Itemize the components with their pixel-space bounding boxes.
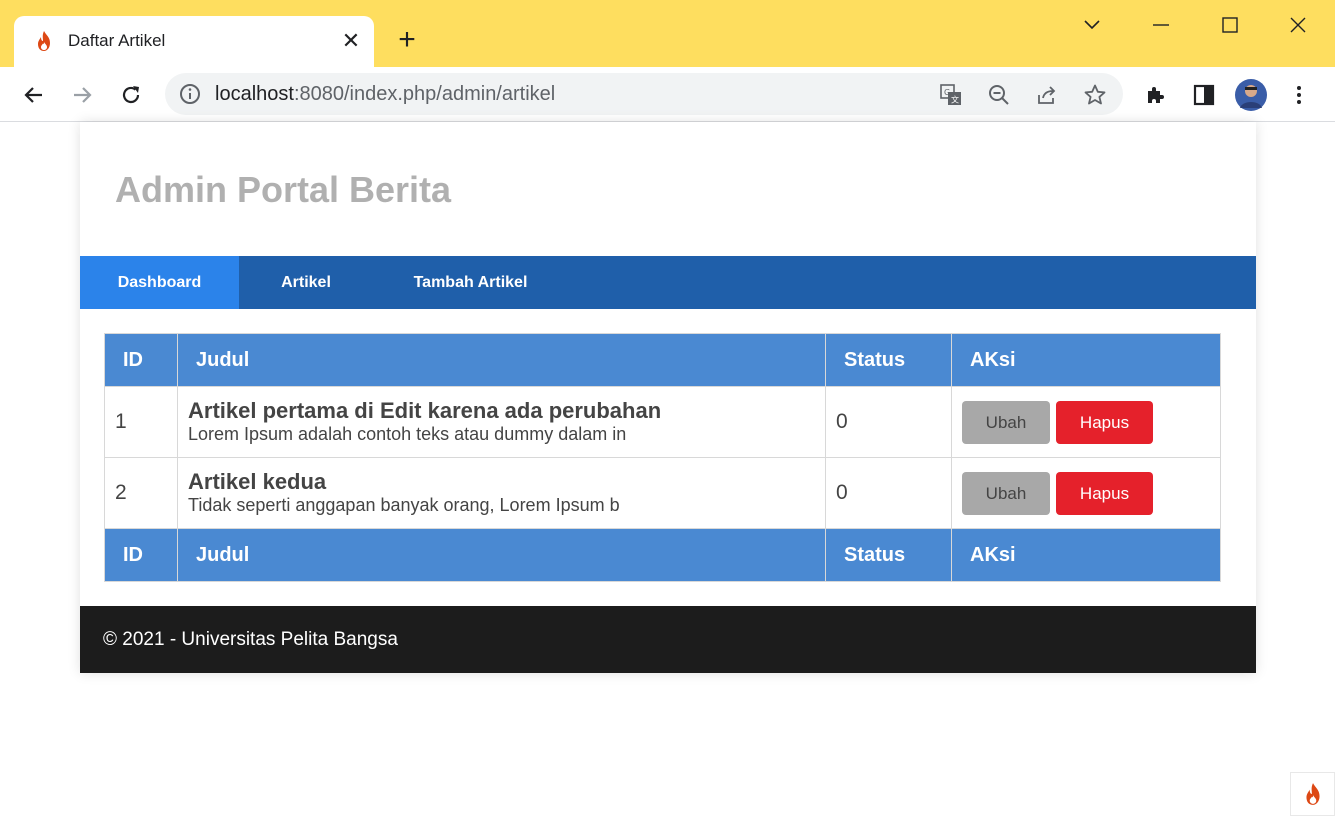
tab-search-chevron-icon[interactable] (1072, 10, 1112, 40)
table-footer-row: ID Judul Status AKsi (104, 528, 1221, 582)
tab-close-icon[interactable]: ✕ (339, 27, 363, 55)
column-footer-aksi: AKsi (951, 528, 1221, 582)
row-status: 0 (825, 386, 952, 458)
debug-toolbar-flame-icon[interactable] (1290, 772, 1335, 816)
translate-icon[interactable]: G文 (938, 82, 964, 108)
ubah-button[interactable]: Ubah (962, 471, 1050, 515)
zoom-out-icon[interactable] (986, 82, 1012, 108)
nav-item-dashboard[interactable]: Dashboard (80, 256, 239, 309)
column-footer-id: ID (104, 528, 178, 582)
hapus-button[interactable]: Hapus (1056, 400, 1153, 444)
row-judul: Artikel pertama di Edit karena ada perub… (177, 386, 826, 458)
row-id: 1 (104, 386, 178, 458)
extensions-puzzle-icon[interactable] (1138, 77, 1174, 113)
table-row: 1 Artikel pertama di Edit karena ada per… (104, 386, 1221, 458)
row-status: 0 (825, 457, 952, 529)
hapus-button[interactable]: Hapus (1056, 471, 1153, 515)
site-title: Admin Portal Berita (115, 169, 452, 210)
row-aksi: Ubah Hapus (951, 457, 1221, 529)
article-title: Artikel pertama di Edit karena ada perub… (188, 398, 662, 423)
svg-text:G: G (944, 88, 950, 97)
maximize-icon[interactable] (1210, 10, 1250, 40)
new-tab-button[interactable]: + (392, 25, 422, 56)
table-header-row: ID Judul Status AKsi (104, 333, 1221, 387)
main-nav: Dashboard Artikel Tambah Artikel (80, 256, 1256, 309)
url-text[interactable]: localhost:8080/index.php/admin/artikel (215, 83, 555, 106)
footer-copyright: © 2021 - Universitas Pelita Bangsa (103, 629, 398, 650)
browser-tab[interactable]: Daftar Artikel ✕ (14, 16, 374, 67)
column-header-status: Status (825, 333, 952, 387)
minimize-icon[interactable] (1141, 10, 1181, 40)
row-judul: Artikel kedua Tidak seperti anggapan ban… (177, 457, 826, 529)
nav-item-tambah-artikel[interactable]: Tambah Artikel (373, 256, 568, 309)
side-panel-icon[interactable] (1186, 77, 1222, 113)
column-header-judul: Judul (177, 333, 826, 387)
table-row: 2 Artikel kedua Tidak seperti anggapan b… (104, 457, 1221, 529)
row-aksi: Ubah Hapus (951, 386, 1221, 458)
page-viewport: Admin Portal Berita Dashboard Artikel Ta… (0, 122, 1335, 816)
article-excerpt: Tidak seperti anggapan banyak orang, Lor… (188, 495, 620, 515)
article-title: Artikel kedua (188, 469, 327, 494)
article-excerpt: Lorem Ipsum adalah contoh teks atau dumm… (188, 424, 627, 444)
column-header-id: ID (104, 333, 178, 387)
page-container: Admin Portal Berita Dashboard Artikel Ta… (80, 122, 1256, 673)
column-header-aksi: AKsi (951, 333, 1221, 387)
artikel-table: ID Judul Status AKsi 1 Artikel pertama d… (104, 333, 1221, 582)
svg-text:文: 文 (951, 95, 959, 105)
profile-avatar[interactable] (1233, 77, 1269, 113)
more-menu-icon[interactable] (1281, 77, 1317, 113)
share-icon[interactable] (1034, 82, 1060, 108)
column-footer-status: Status (825, 528, 952, 582)
site-footer: © 2021 - Universitas Pelita Bangsa (80, 606, 1256, 673)
browser-titlebar: Daftar Artikel ✕ + (0, 0, 1335, 67)
browser-toolbar: localhost:8080/index.php/admin/artikel G… (0, 67, 1335, 122)
address-bar[interactable]: localhost:8080/index.php/admin/artikel G… (165, 73, 1123, 115)
ubah-button[interactable]: Ubah (962, 400, 1050, 444)
column-footer-judul: Judul (177, 528, 826, 582)
close-window-icon[interactable] (1278, 10, 1318, 40)
nav-item-artikel[interactable]: Artikel (239, 256, 373, 309)
forward-icon[interactable] (64, 77, 100, 113)
tab-title: Daftar Artikel (68, 31, 166, 50)
site-header: Admin Portal Berita (80, 122, 1256, 256)
site-info-icon[interactable] (179, 83, 201, 105)
codeigniter-flame-icon (38, 31, 50, 51)
bookmark-star-icon[interactable] (1082, 82, 1108, 108)
row-id: 2 (104, 457, 178, 529)
back-icon[interactable] (16, 77, 52, 113)
reload-icon[interactable] (113, 77, 149, 113)
